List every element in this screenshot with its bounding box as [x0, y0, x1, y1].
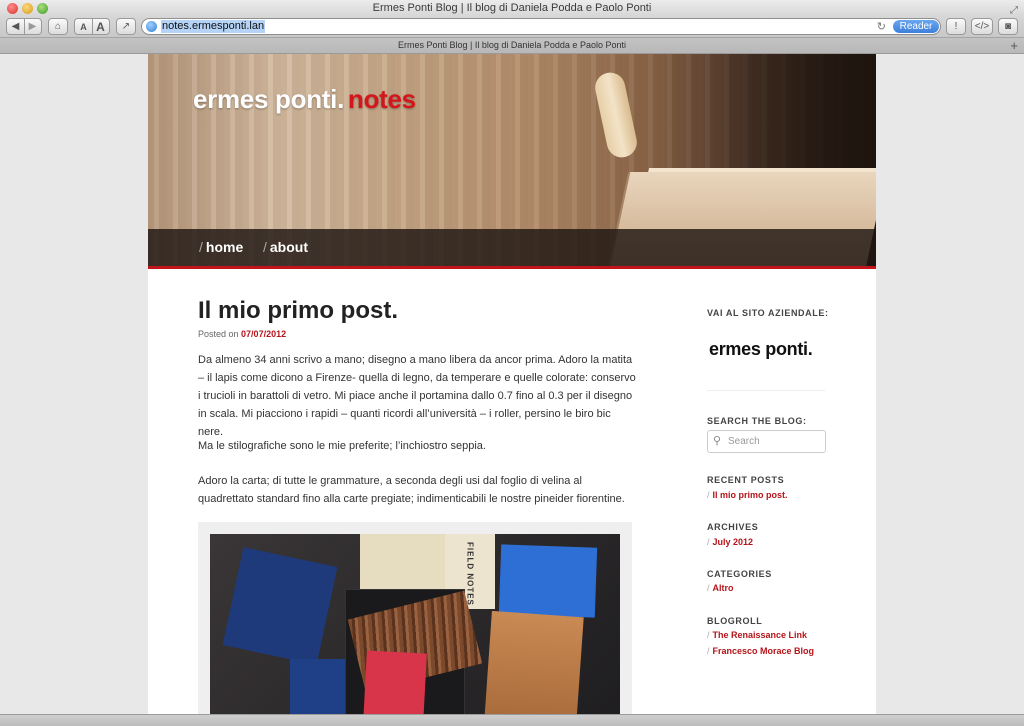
site-header: ermes ponti. notes / home / about — [148, 54, 876, 268]
share-button[interactable]: ↗ — [116, 18, 136, 35]
nav-item-home[interactable]: / home — [199, 239, 243, 255]
blogroll-heading: BLOGROLL — [707, 616, 763, 626]
window-title: Ermes Ponti Blog | Il blog di Daniela Po… — [372, 2, 652, 14]
zoom-window-button[interactable] — [37, 3, 48, 14]
categories-heading: CATEGORIES — [707, 569, 772, 579]
back-icon[interactable]: ◀ — [7, 21, 24, 32]
search-heading: SEARCH THE BLOG: — [707, 416, 807, 426]
home-icon: ⌂ — [54, 21, 62, 32]
back-forward-control: ◀ ▶ — [6, 18, 42, 35]
browser-toolbar: ◀ ▶ ⌂ A A ↗ notes.ermesponti.lan ↻ Reade… — [0, 17, 1024, 37]
sidebar-divider — [707, 390, 825, 391]
nav-accent-border — [148, 266, 876, 269]
search-box: ⚲ — [707, 430, 826, 453]
notebooks-photo: FIELD NOTES — [210, 534, 620, 714]
posted-on-label: Posted on — [198, 329, 239, 339]
url-field[interactable]: notes.ermesponti.lan — [161, 20, 266, 33]
globe-icon — [146, 21, 157, 32]
recent-posts-heading: RECENT POSTS — [707, 475, 785, 485]
address-bar[interactable]: notes.ermesponti.lan ↻ Reader — [141, 18, 941, 35]
company-logo[interactable]: ermes ponti. — [709, 339, 813, 360]
font-size-control: A A — [74, 18, 110, 35]
category-link[interactable]: / Altro — [707, 583, 734, 593]
code-icon: </> — [974, 21, 990, 32]
font-smaller-button[interactable]: A — [75, 22, 92, 32]
recent-post-link[interactable]: / Il mio primo post. — [707, 490, 788, 500]
search-icon: ⚲ — [713, 435, 722, 447]
post-title[interactable]: Il mio primo post. — [198, 297, 398, 325]
archives-heading: ARCHIVES — [707, 522, 759, 532]
window-bottom-bar — [0, 714, 1024, 726]
home-button[interactable]: ⌂ — [48, 18, 68, 35]
site-title-accent: notes — [348, 84, 416, 114]
header-shadow — [708, 54, 876, 174]
share-icon: ↗ — [121, 21, 131, 32]
post-date-link[interactable]: 07/07/2012 — [241, 329, 286, 339]
web-inspector-button[interactable]: </> — [971, 18, 993, 35]
new-tab-icon[interactable]: + — [1010, 38, 1018, 53]
company-site-heading: VAI AL SITO AZIENDALE: — [707, 308, 829, 318]
wood-dowel — [592, 69, 640, 161]
font-larger-button[interactable]: A — [92, 20, 109, 34]
tab-bar: Ermes Ponti Blog | Il blog di Daniela Po… — [0, 37, 1024, 54]
nav-item-about[interactable]: / about — [263, 239, 308, 255]
post-paragraph: Da almeno 34 anni scrivo a mano; disegno… — [198, 354, 636, 438]
post-paragraph: Ma le stilografiche sono le mie preferit… — [198, 440, 486, 452]
screenshot-button[interactable]: ◙ — [998, 18, 1018, 35]
minimize-window-button[interactable] — [22, 3, 33, 14]
site-title-main: ermes ponti. — [193, 84, 344, 114]
forward-icon[interactable]: ▶ — [24, 21, 41, 32]
close-window-button[interactable] — [7, 3, 18, 14]
field-notes-label: FIELD NOTES — [465, 542, 475, 606]
alert-button[interactable]: ! — [946, 18, 966, 35]
alert-icon: ! — [954, 21, 958, 32]
tab-active[interactable]: Ermes Ponti Blog | Il blog di Daniela Po… — [398, 40, 626, 50]
main-nav: / home / about — [148, 229, 876, 266]
camera-icon: ◙ — [1004, 21, 1012, 32]
post-meta: Posted on 07/07/2012 — [198, 329, 286, 339]
blog-page: ermes ponti. notes / home / about Il mio pr… — [148, 54, 876, 714]
reload-icon[interactable]: ↻ — [877, 20, 886, 33]
post-figure: FIELD NOTES — [198, 522, 632, 714]
post-paragraph: Adoro la carta; di tutte le grammature, … — [198, 475, 625, 505]
blogroll-link[interactable]: / Francesco Morace Blog — [707, 646, 814, 656]
site-title[interactable]: ermes ponti. notes — [193, 84, 416, 115]
blogroll-link[interactable]: / The Renaissance Link — [707, 630, 807, 640]
search-input[interactable] — [728, 434, 820, 449]
web-viewport: ermes ponti. notes / home / about Il mio pr… — [0, 54, 1024, 714]
archive-link[interactable]: / July 2012 — [707, 537, 753, 547]
window-titlebar: Ermes Ponti Blog | Il blog di Daniela Po… — [0, 0, 1024, 17]
reader-button[interactable]: Reader — [893, 20, 939, 33]
